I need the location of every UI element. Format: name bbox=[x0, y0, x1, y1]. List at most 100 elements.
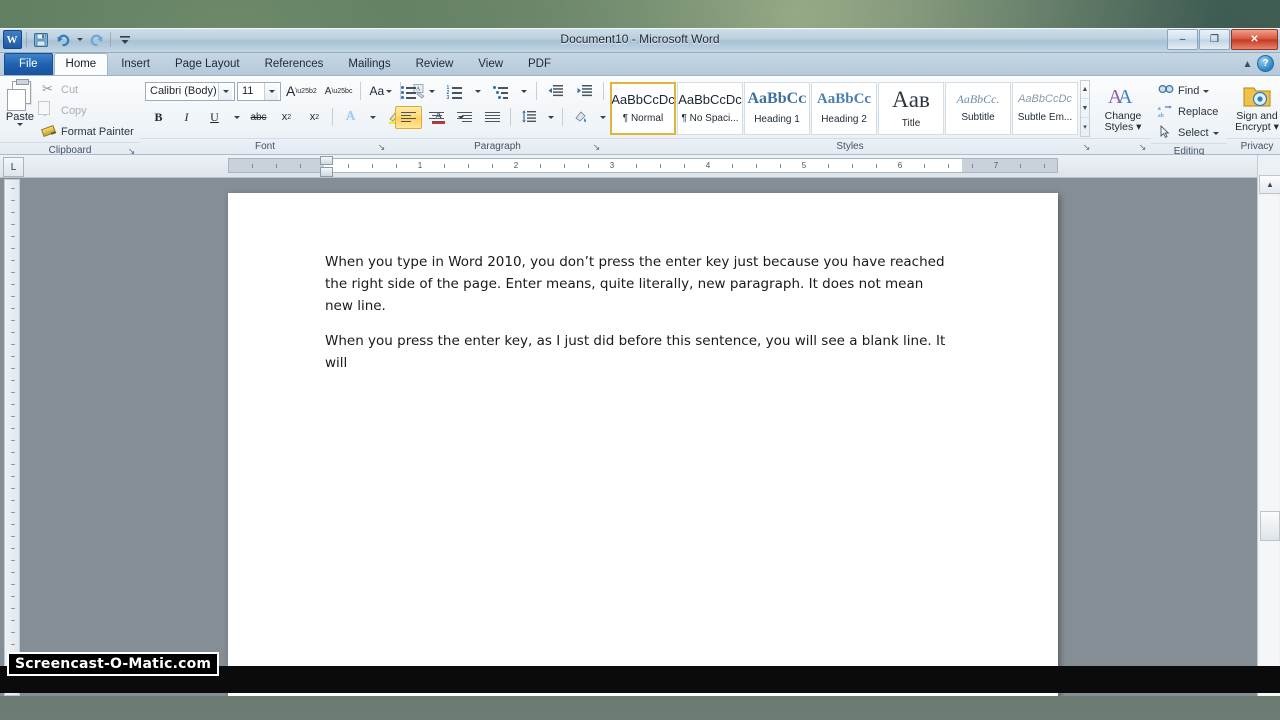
font-name-value: Calibri (Body) bbox=[150, 85, 217, 97]
customize-qat-icon[interactable] bbox=[115, 30, 135, 50]
style-heading-1[interactable]: AaBbCᴄ Heading 1 bbox=[744, 81, 810, 135]
copy-button[interactable]: Copy bbox=[39, 101, 138, 121]
document-page[interactable]: When you type in Word 2010, you don’t pr… bbox=[228, 193, 1058, 696]
tab-references[interactable]: References bbox=[253, 53, 336, 75]
vertical-ruler-tick bbox=[11, 344, 15, 345]
line-spacing-dropdown-icon[interactable] bbox=[543, 106, 558, 129]
justify-button[interactable] bbox=[479, 106, 506, 129]
paragraph-dialog-launcher[interactable]: ↘ bbox=[591, 142, 602, 153]
select-dropdown-icon[interactable] bbox=[1212, 131, 1219, 135]
bold-button[interactable]: B bbox=[145, 106, 172, 129]
multilevel-list-button[interactable] bbox=[487, 80, 514, 103]
redo-icon[interactable] bbox=[86, 30, 106, 50]
change-styles-dialog-launcher[interactable]: ↘ bbox=[1137, 142, 1148, 153]
horizontal-ruler-strip[interactable]: 1 2 3 4 5 6 7 bbox=[228, 158, 1058, 173]
ribbon-tab-strip[interactable]: File Home Insert Page Layout References … bbox=[0, 53, 1280, 76]
styles-scroll-down-icon[interactable]: ▼ bbox=[1081, 99, 1089, 118]
text-effects-button[interactable]: A bbox=[337, 106, 364, 129]
word-logo-icon[interactable]: W bbox=[2, 30, 22, 50]
ruler-tick bbox=[1044, 164, 1045, 168]
grow-font-button[interactable]: A \u25b2 bbox=[283, 80, 320, 103]
ruler-number: 2 bbox=[513, 161, 519, 170]
find-dropdown-icon[interactable] bbox=[1203, 89, 1210, 93]
styles-scroll-up-icon[interactable]: ▲ bbox=[1081, 81, 1089, 100]
find-button[interactable]: Find bbox=[1156, 81, 1213, 101]
minimize-button[interactable]: – bbox=[1167, 29, 1198, 50]
scroll-up-button[interactable]: ▲ bbox=[1259, 175, 1280, 194]
restore-button[interactable]: ❐ bbox=[1199, 29, 1230, 50]
font-name-dropdown-icon[interactable] bbox=[218, 82, 232, 100]
scrollbar-thumb[interactable] bbox=[1260, 511, 1280, 541]
window-controls[interactable]: – ❐ ✕ bbox=[1167, 29, 1278, 50]
tab-home[interactable]: Home bbox=[53, 53, 109, 75]
tab-mailings[interactable]: Mailings bbox=[336, 53, 402, 75]
change-styles-group-label: ↘ bbox=[1095, 138, 1151, 154]
style-normal[interactable]: AaBbCcDc ¶ Normal bbox=[610, 81, 676, 135]
paste-dropdown-icon[interactable] bbox=[17, 123, 23, 126]
bullets-button[interactable] bbox=[395, 80, 422, 103]
styles-dialog-launcher[interactable]: ↘ bbox=[1081, 142, 1092, 153]
change-styles-button[interactable]: AA Change Styles ▾ bbox=[1100, 79, 1146, 133]
numbering-button[interactable]: 123 bbox=[441, 80, 468, 103]
italic-button[interactable]: I bbox=[173, 106, 200, 129]
tab-insert[interactable]: Insert bbox=[109, 53, 162, 75]
shrink-font-button[interactable]: A \u25bc bbox=[322, 80, 356, 103]
scrollbar-track[interactable] bbox=[1259, 195, 1280, 696]
decrease-indent-button[interactable] bbox=[542, 80, 569, 103]
font-size-dropdown-icon[interactable] bbox=[264, 82, 278, 100]
select-button[interactable]: Select bbox=[1156, 123, 1223, 143]
superscript-button[interactable]: x2 bbox=[301, 106, 328, 129]
horizontal-ruler[interactable]: L 1234567 ⌗ bbox=[0, 155, 1280, 178]
format-painter-button[interactable]: Format Painter bbox=[39, 122, 138, 142]
paste-button[interactable]: Paste bbox=[5, 79, 35, 126]
align-right-icon bbox=[457, 110, 472, 124]
vertical-ruler-tick bbox=[11, 428, 15, 429]
font-name-combo[interactable]: Calibri (Body) bbox=[145, 81, 235, 101]
replace-button[interactable]: a ab Replace bbox=[1156, 102, 1222, 122]
increase-indent-button[interactable] bbox=[571, 80, 598, 103]
numbering-dropdown-icon[interactable] bbox=[470, 80, 485, 103]
style-subtitle[interactable]: AaBbCc. Subtitle bbox=[945, 81, 1011, 135]
style-title[interactable]: Aав Title bbox=[878, 81, 944, 135]
close-button[interactable]: ✕ bbox=[1231, 29, 1278, 50]
help-icon[interactable]: ? bbox=[1257, 55, 1274, 72]
multilevel-dropdown-icon[interactable] bbox=[516, 80, 531, 103]
styles-gallery-scroll[interactable]: ▲ ▼ ▾ bbox=[1080, 79, 1090, 137]
style-no-spacing[interactable]: AaBbCcDc ¶ No Spaci... bbox=[677, 81, 743, 135]
save-icon[interactable] bbox=[31, 30, 51, 50]
tab-review[interactable]: Review bbox=[404, 53, 466, 75]
text-effects-dropdown-icon[interactable] bbox=[365, 106, 380, 129]
undo-dropdown-icon[interactable] bbox=[75, 30, 84, 50]
align-center-button[interactable] bbox=[423, 106, 450, 129]
line-spacing-button[interactable] bbox=[515, 106, 542, 129]
font-dialog-launcher[interactable]: ↘ bbox=[376, 142, 387, 153]
font-size-combo[interactable]: 11 bbox=[237, 81, 281, 101]
first-line-indent-marker[interactable] bbox=[320, 156, 333, 165]
underline-dropdown-icon[interactable] bbox=[229, 106, 244, 129]
tab-file[interactable]: File bbox=[4, 53, 53, 75]
sign-and-encrypt-button[interactable]: Sign and Encrypt ▾ bbox=[1232, 79, 1280, 133]
cut-button[interactable]: Cut bbox=[39, 80, 138, 100]
align-left-button[interactable] bbox=[395, 105, 422, 129]
tab-view[interactable]: View bbox=[466, 53, 515, 75]
sign-and-encrypt-label-2: Encrypt ▾ bbox=[1235, 121, 1279, 133]
undo-icon[interactable] bbox=[53, 30, 73, 50]
document-text[interactable]: When you type in Word 2010, you don’t pr… bbox=[325, 251, 950, 387]
vertical-scrollbar[interactable]: ▲ bbox=[1257, 155, 1280, 696]
style-subtle-emphasis[interactable]: AaBbCcDᴄ Subtle Em... bbox=[1012, 81, 1078, 135]
tab-selector-button[interactable]: L bbox=[3, 157, 24, 177]
subscript-button[interactable]: x2 bbox=[273, 106, 300, 129]
quick-access-toolbar[interactable]: W bbox=[2, 29, 135, 50]
align-right-button[interactable] bbox=[451, 106, 478, 129]
underline-button[interactable]: U bbox=[201, 106, 228, 129]
minimize-ribbon-icon[interactable]: ▲ bbox=[1241, 58, 1254, 71]
strikethrough-button[interactable]: abc bbox=[245, 106, 272, 129]
shading-button[interactable] bbox=[567, 106, 594, 129]
tab-pdf[interactable]: PDF bbox=[516, 53, 563, 75]
style-heading-2-name: Heading 2 bbox=[821, 113, 867, 125]
tab-page-layout[interactable]: Page Layout bbox=[163, 53, 252, 75]
left-indent-marker[interactable] bbox=[320, 167, 333, 177]
style-heading-2[interactable]: AaBbCc Heading 2 bbox=[811, 81, 877, 135]
bullets-dropdown-icon[interactable] bbox=[424, 80, 439, 103]
styles-more-icon[interactable]: ▾ bbox=[1081, 118, 1089, 136]
